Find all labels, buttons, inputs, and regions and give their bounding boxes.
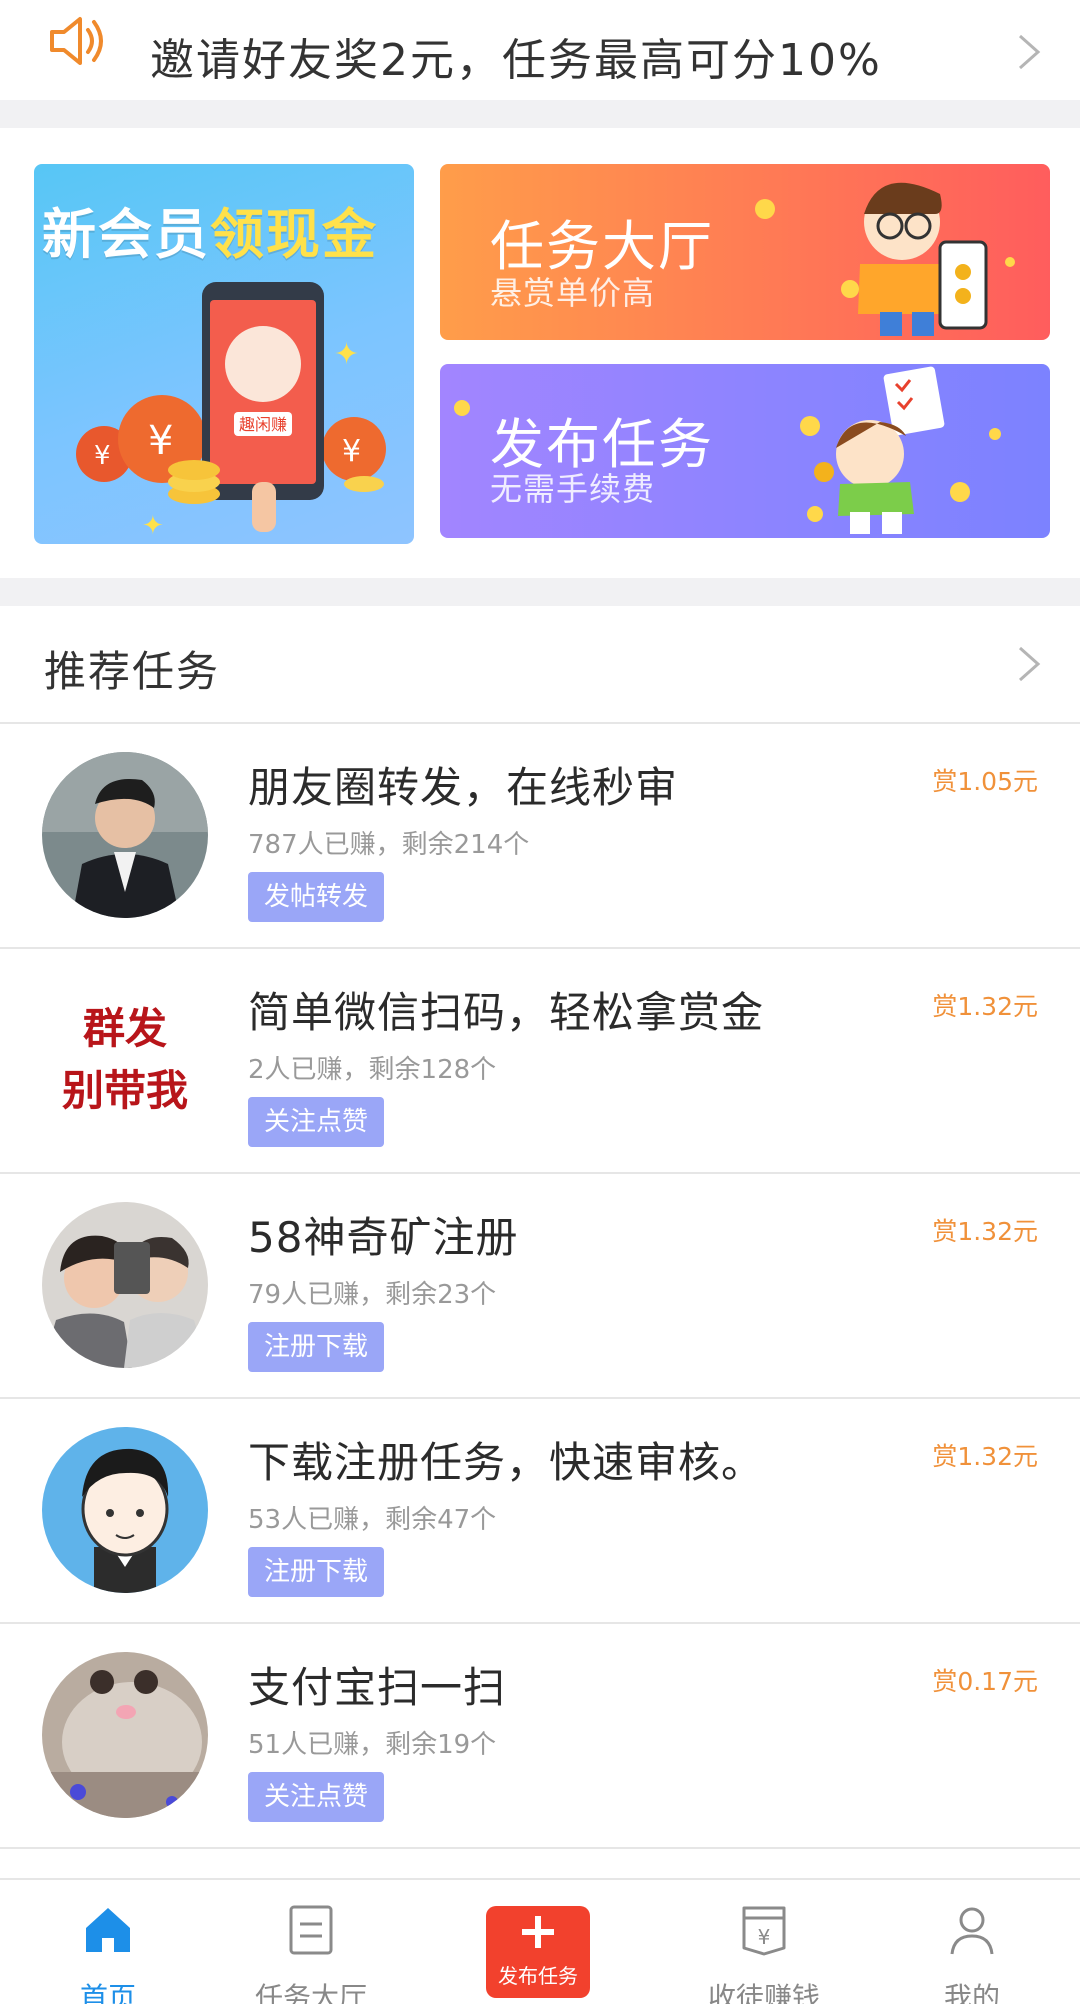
task-title: 支付宝扫一扫 <box>248 1663 507 1712</box>
task-title: 朋友圈转发，在线秒审 <box>248 763 679 812</box>
tab-task-hall[interactable]: 任务大厅 <box>203 1880 419 2004</box>
boy-checklist-illustration <box>454 366 1001 534</box>
task-row[interactable]: 支付宝扫一扫 51人已赚，剩余19个 关注点赞 赏0.17元 <box>0 1624 1080 1849</box>
task-stats: 2人已赚，剩余128个 <box>248 1055 497 1085</box>
user-icon <box>950 1907 994 1955</box>
task-reward: 赏1.32元 <box>932 1442 1038 1471</box>
tab-label: 任务大厅 <box>254 1981 367 2004</box>
task-stats: 53人已赚，剩余47个 <box>248 1505 497 1535</box>
divider <box>0 100 1080 128</box>
announcement-bar[interactable]: 邀请好友奖2元，任务最高可分10% <box>0 0 1080 100</box>
task-row[interactable]: 下载注册任务，快速审核。 53人已赚，剩余47个 注册下载 赏1.32元 <box>0 1399 1080 1624</box>
publish-button-label: 发布任务 <box>498 1964 578 1988</box>
task-row[interactable]: 群发 别带我 简单微信扫码，轻松拿赏金 2人已赚，剩余128个 关注点赞 赏1.… <box>0 949 1080 1174</box>
new-member-cash-banner[interactable]: 新会员领现金 ¥ ¥ ¥ 趣闲赚 ✦ ✦ <box>34 164 414 544</box>
avatar <box>42 1202 208 1368</box>
avatar <box>42 1427 208 1593</box>
bottom-tab-bar: 首页 任务大厅 发布任务 ¥ 收徒赚钱 我的 <box>0 1878 1080 2004</box>
svg-text:¥: ¥ <box>758 1925 771 1949</box>
avatar <box>42 1652 208 1818</box>
task-hall-banner[interactable]: 任务大厅 悬赏单价高 <box>440 164 1050 340</box>
task-tag: 注册下载 <box>248 1547 385 1597</box>
task-tag: 关注点赞 <box>248 1772 385 1822</box>
publish-task-button[interactable]: 发布任务 <box>486 1906 590 1998</box>
task-reward: 赏1.32元 <box>932 1217 1038 1246</box>
divider <box>0 578 1080 606</box>
svg-text:✦: ✦ <box>334 337 359 372</box>
tab-mine[interactable]: 我的 <box>864 1880 1080 2004</box>
recommended-tasks-header[interactable]: 推荐任务 <box>0 606 1080 724</box>
task-tag: 发帖转发 <box>248 872 385 922</box>
task-stats: 79人已赚，剩余23个 <box>248 1280 497 1310</box>
document-list-icon <box>289 1905 333 1955</box>
task-reward: 赏0.17元 <box>932 1667 1038 1696</box>
svg-text:✦: ✦ <box>142 511 164 541</box>
task-stats: 51人已赚，剩余19个 <box>248 1730 497 1760</box>
task-reward: 赏1.05元 <box>932 767 1038 796</box>
task-title: 简单微信扫码，轻松拿赏金 <box>248 988 765 1037</box>
avatar-text-line: 群发 <box>82 1004 167 1053</box>
tab-label: 我的 <box>943 1981 1000 2004</box>
speaker-icon <box>50 17 103 65</box>
avatar: 群发 别带我 <box>42 977 208 1143</box>
task-stats: 787人已赚，剩余214个 <box>248 830 530 860</box>
boy-phone-illustration <box>755 182 1015 336</box>
phone-money-illustration: ¥ ¥ ¥ 趣闲赚 ✦ ✦ <box>76 282 386 541</box>
chevron-right-icon <box>1019 34 1041 70</box>
home-icon <box>86 1908 130 1952</box>
svg-text:¥: ¥ <box>94 441 111 471</box>
task-row[interactable]: 朋友圈转发，在线秒审 787人已赚，剩余214个 发帖转发 赏1.05元 <box>0 724 1080 949</box>
task-title: 58神奇矿注册 <box>248 1213 519 1262</box>
section-title: 推荐任务 <box>44 647 221 696</box>
avatar <box>42 752 208 918</box>
svg-text:¥: ¥ <box>148 418 173 464</box>
wallet-yen-icon: ¥ <box>742 1906 786 1956</box>
task-title: 下载注册任务，快速审核。 <box>248 1438 765 1487</box>
phone-label: 趣闲赚 <box>239 415 287 434</box>
plus-icon <box>522 1916 554 1948</box>
banner-area: 新会员领现金 ¥ ¥ ¥ 趣闲赚 ✦ ✦ 任务大厅 悬赏单价高 发布任务 无需手… <box>0 128 1080 578</box>
task-row[interactable]: 58神奇矿注册 79人已赚，剩余23个 注册下载 赏1.32元 <box>0 1174 1080 1399</box>
avatar-text-line: 别带我 <box>61 1066 188 1115</box>
tab-label: 收徒赚钱 <box>707 1981 820 2004</box>
announcement-text: 邀请好友奖2元，任务最高可分10% <box>150 35 882 86</box>
svg-text:¥: ¥ <box>342 434 361 469</box>
task-tag: 注册下载 <box>248 1322 385 1372</box>
chevron-right-icon <box>1019 646 1041 682</box>
publish-task-banner[interactable]: 发布任务 无需手续费 <box>440 364 1050 538</box>
tab-label: 首页 <box>79 1981 136 2004</box>
tab-home[interactable]: 首页 <box>0 1880 216 2004</box>
task-tag: 关注点赞 <box>248 1097 385 1147</box>
tab-recruit[interactable]: ¥ 收徒赚钱 <box>656 1880 872 2004</box>
task-reward: 赏1.32元 <box>932 992 1038 1021</box>
